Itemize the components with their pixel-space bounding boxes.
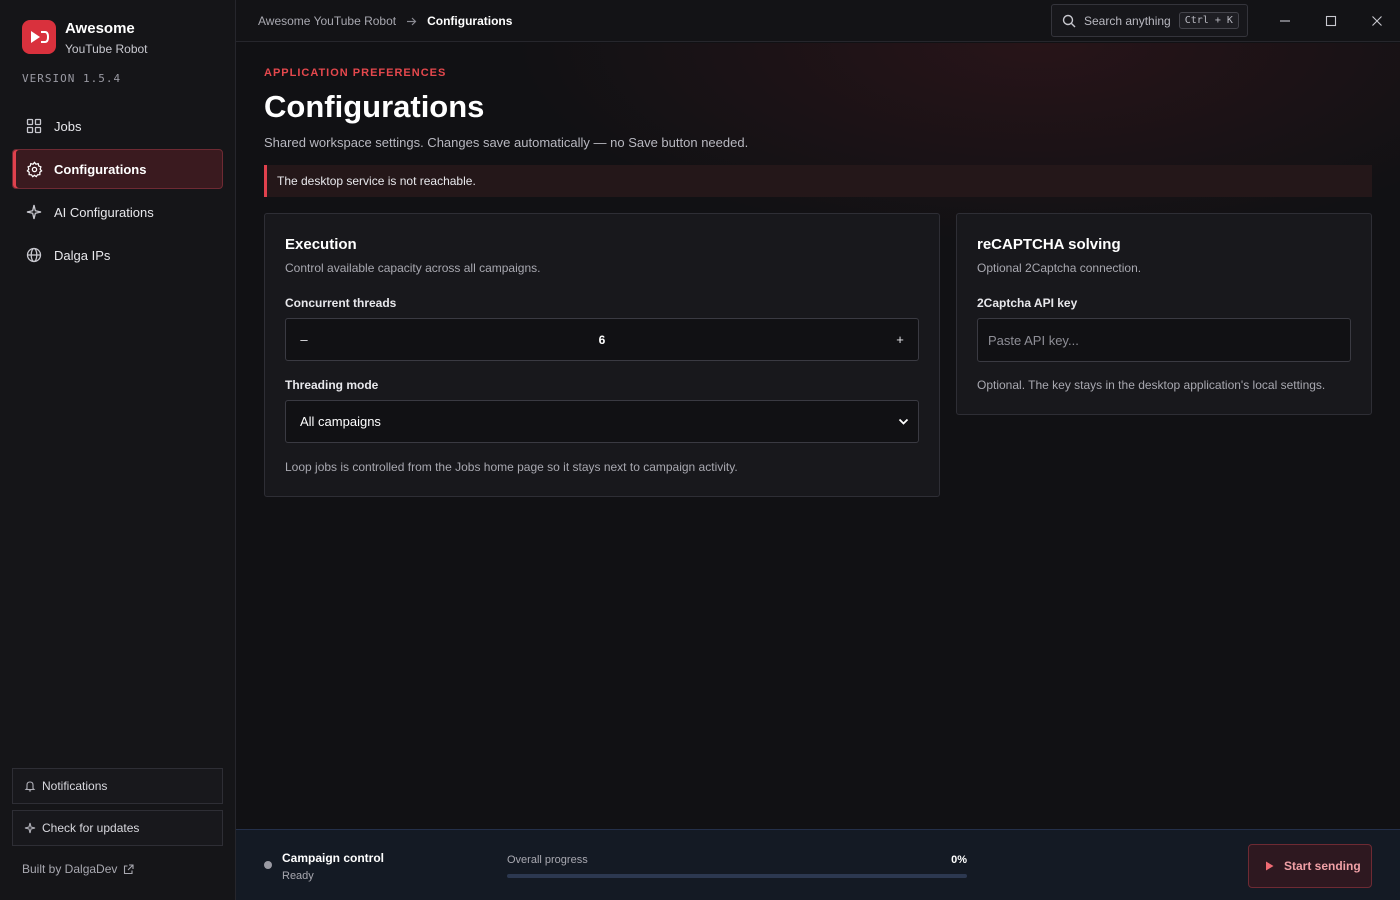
built-by-link[interactable]: Built by DalgaDev xyxy=(22,862,134,876)
sidebar-item-label: Configurations xyxy=(54,161,147,177)
status-dot xyxy=(264,861,272,869)
page-title: Configurations xyxy=(264,89,485,124)
error-alert: The desktop service is not reachable. xyxy=(264,165,1372,197)
breadcrumb-current: Configurations xyxy=(427,14,513,28)
progress-label: Overall progress xyxy=(507,854,588,866)
close-button[interactable] xyxy=(1364,8,1390,34)
sparkle-icon xyxy=(25,203,43,221)
minimize-button[interactable] xyxy=(1272,8,1298,34)
search-box[interactable]: Search anything Ctrl + K xyxy=(1051,4,1248,37)
sidebar-item-dalga-ips[interactable]: Dalga IPs xyxy=(12,235,223,275)
campaign-control-title: Campaign control xyxy=(282,851,385,865)
sidebar-item-label: Jobs xyxy=(54,118,82,134)
threads-decrement-button[interactable]: – xyxy=(286,319,322,360)
page-description: Shared workspace settings. Changes save … xyxy=(264,135,749,150)
sidebar-item-label: AI Configurations xyxy=(54,204,154,220)
top-bar: Awesome YouTube Robot Configurations Sea… xyxy=(236,0,1400,42)
api-key-input[interactable] xyxy=(977,318,1351,362)
play-logo-icon xyxy=(22,20,56,54)
start-sending-label: Start sending xyxy=(1284,859,1361,873)
page-eyebrow: APPLICATION PREFERENCES xyxy=(264,67,447,79)
check-updates-label: Check for updates xyxy=(42,821,140,835)
search-label: Search anything xyxy=(1084,13,1171,28)
arrow-right-icon xyxy=(406,16,417,27)
recaptcha-note: Optional. The key stays in the desktop a… xyxy=(977,378,1326,392)
recaptcha-title: reCAPTCHA solving xyxy=(977,236,1121,253)
sidebar-item-jobs[interactable]: Jobs xyxy=(12,106,223,146)
progress-percent: 0% xyxy=(951,854,967,866)
brand[interactable]: Awesome YouTube Robot xyxy=(22,20,148,57)
search-shortcut: Ctrl + K xyxy=(1178,12,1239,29)
threads-label: Concurrent threads xyxy=(285,296,397,310)
execution-card: Execution Control available capacity acr… xyxy=(264,213,940,497)
threads-value[interactable]: 6 xyxy=(322,333,882,347)
api-key-label: 2Captcha API key xyxy=(977,296,1078,310)
recaptcha-card: reCAPTCHA solving Optional 2Captcha conn… xyxy=(956,213,1372,415)
grid-icon xyxy=(25,117,43,135)
notifications-label: Notifications xyxy=(42,779,108,793)
brand-title: Awesome xyxy=(65,20,135,37)
search-icon xyxy=(1062,14,1076,28)
threading-mode-select[interactable]: All campaigns xyxy=(285,400,919,443)
notifications-button[interactable]: Notifications xyxy=(12,768,223,804)
sidebar: Awesome YouTube Robot VERSION 1.5.4 Jobs… xyxy=(0,0,236,900)
bell-icon xyxy=(24,780,36,792)
execution-note: Loop jobs is controlled from the Jobs ho… xyxy=(285,460,738,474)
globe-icon xyxy=(25,246,43,264)
chevron-down-icon xyxy=(888,418,918,426)
sidebar-item-configurations[interactable]: Configurations xyxy=(12,149,223,189)
minimize-icon xyxy=(1279,15,1291,27)
sparkle-icon xyxy=(24,822,36,834)
breadcrumb-root[interactable]: Awesome YouTube Robot xyxy=(258,14,396,28)
breadcrumb: Awesome YouTube Robot Configurations xyxy=(258,14,512,28)
sidebar-nav: Jobs Configurations AI Configurations Da… xyxy=(12,106,223,278)
threading-mode-label: Threading mode xyxy=(285,378,379,392)
sidebar-item-label: Dalga IPs xyxy=(54,247,111,263)
sidebar-item-ai-configurations[interactable]: AI Configurations xyxy=(12,192,223,232)
version-label: VERSION 1.5.4 xyxy=(22,72,122,85)
maximize-icon xyxy=(1325,15,1337,27)
gear-icon xyxy=(25,160,43,178)
campaign-footer: Campaign control Ready Overall progress … xyxy=(236,829,1400,900)
progress-bar xyxy=(507,874,967,878)
start-sending-button[interactable]: Start sending xyxy=(1248,844,1372,888)
close-icon xyxy=(1371,15,1383,27)
execution-title: Execution xyxy=(285,236,357,253)
play-icon xyxy=(1265,861,1274,871)
check-updates-button[interactable]: Check for updates xyxy=(12,810,223,846)
recaptcha-subtitle: Optional 2Captcha connection. xyxy=(977,261,1142,275)
threads-increment-button[interactable]: + xyxy=(882,319,918,360)
external-link-icon xyxy=(123,863,134,875)
alert-message: The desktop service is not reachable. xyxy=(277,174,476,188)
main-content: APPLICATION PREFERENCES Configurations S… xyxy=(236,43,1400,828)
campaign-status: Ready xyxy=(282,870,314,882)
execution-subtitle: Control available capacity across all ca… xyxy=(285,261,541,275)
brand-subtitle: YouTube Robot xyxy=(65,42,148,56)
built-by-label: Built by DalgaDev xyxy=(22,862,118,876)
threads-stepper: – 6 + xyxy=(285,318,919,361)
maximize-button[interactable] xyxy=(1318,8,1344,34)
threading-mode-value: All campaigns xyxy=(300,414,381,429)
